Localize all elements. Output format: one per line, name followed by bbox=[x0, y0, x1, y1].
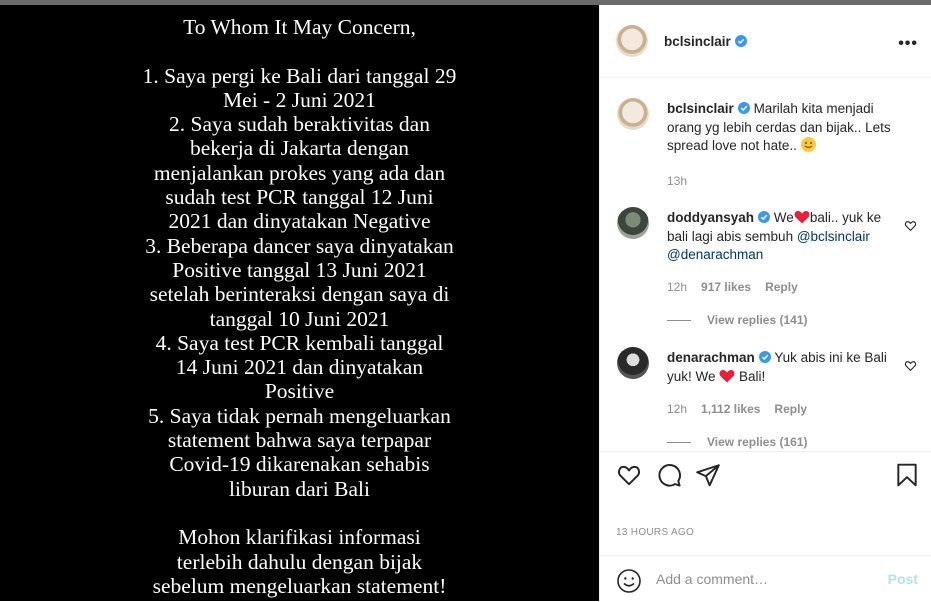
comment-text-block: denarachman Yuk abis ini ke Bali yuk! We… bbox=[667, 349, 892, 386]
reply-button[interactable]: Reply bbox=[765, 280, 798, 294]
statement-line: 4. Saya test PCR kembali tanggal bbox=[155, 330, 444, 355]
add-comment-bar: Add a comment… Post bbox=[600, 555, 931, 602]
statement-line: sebelum mengeluarkan statement! bbox=[152, 573, 447, 598]
verified-badge-icon bbox=[758, 351, 771, 363]
like-heart-icon[interactable] bbox=[616, 462, 642, 488]
username-link[interactable]: bclsinclair bbox=[664, 34, 731, 49]
comment-text: We bbox=[773, 210, 794, 225]
comment-likes[interactable]: 917 likes bbox=[701, 280, 751, 294]
statement-line: menjalankan prokes yang ada dan bbox=[153, 160, 446, 185]
caption-time[interactable]: 13h bbox=[667, 174, 687, 188]
like-comment-heart-icon[interactable] bbox=[904, 359, 917, 372]
divider bbox=[667, 442, 691, 444]
view-replies-button[interactable]: View replies (141) bbox=[667, 313, 808, 327]
avatar[interactable] bbox=[617, 98, 649, 130]
statement-text: To Whom It May Concern, 1. Saya pergi ke … bbox=[0, 15, 599, 598]
statement-line bbox=[0, 39, 599, 63]
statement-line: sudah test PCR tanggal 12 Juni bbox=[165, 185, 434, 210]
emoji-picker-icon[interactable] bbox=[616, 568, 642, 594]
smiling-face-icon bbox=[800, 137, 816, 152]
comments-panel: bclsinclair ••• bclsinclair Marilah kita… bbox=[599, 5, 931, 601]
statement-line: Positive bbox=[264, 379, 335, 404]
avatar[interactable] bbox=[617, 207, 649, 239]
post-header: bclsinclair ••• bbox=[600, 5, 931, 78]
statement-line: terlebih dahulu dengan bijak bbox=[176, 549, 423, 574]
caption: bclsinclair Marilah kita menjadi orang y… bbox=[617, 98, 917, 188]
username-link[interactable]: bclsinclair bbox=[667, 101, 734, 116]
add-comment-input[interactable]: Add a comment… bbox=[656, 571, 768, 587]
comment-likes[interactable]: 1,112 likes bbox=[701, 402, 760, 416]
caption-meta: 13h bbox=[667, 174, 701, 188]
verified-badge-icon bbox=[737, 102, 750, 114]
reply-button[interactable]: Reply bbox=[774, 402, 807, 416]
comment: doddyansyah We bali.. yuk ke bali lagi ab… bbox=[617, 207, 917, 332]
statement-line: tanggal 10 Juni 2021 bbox=[209, 306, 390, 331]
username-link[interactable]: denarachman bbox=[667, 350, 755, 365]
caption-text-block: bclsinclair Marilah kita menjadi orang y… bbox=[667, 100, 907, 156]
avatar[interactable] bbox=[616, 25, 648, 57]
comment-text: Bali! bbox=[739, 368, 766, 384]
red-heart-icon bbox=[719, 369, 735, 382]
statement-line: Mohon klarifikasi informasi bbox=[178, 525, 421, 550]
divider bbox=[667, 320, 691, 322]
post-timestamp[interactable]: 13 HOURS AGO bbox=[616, 527, 694, 538]
post-button[interactable]: Post bbox=[888, 571, 918, 587]
statement-line: Mei - 2 Juni 2021 bbox=[223, 87, 376, 112]
more-options-button[interactable]: ••• bbox=[898, 35, 918, 53]
header-user: bclsinclair bbox=[664, 33, 747, 51]
comment-meta: 12h 1,112 likes Reply bbox=[667, 402, 821, 416]
verified-badge-icon bbox=[734, 35, 747, 47]
like-comment-heart-icon[interactable] bbox=[904, 219, 917, 232]
comment-bubble-icon[interactable] bbox=[656, 462, 682, 488]
username-link[interactable]: doddyansyah bbox=[667, 210, 754, 225]
post-image: To Whom It May Concern, 1. Saya pergi ke … bbox=[0, 5, 599, 601]
statement-line: To Whom It May Concern, bbox=[183, 15, 416, 39]
statement-line: statement bahwa saya terpapar bbox=[167, 428, 432, 453]
view-replies-label: View replies (141) bbox=[707, 313, 808, 327]
statement-line: 1. Saya pergi ke Bali dari tanggal 29 bbox=[142, 63, 457, 88]
view-replies-label: View replies (161) bbox=[707, 435, 808, 449]
statement-line: 14 Juni 2021 dan dinyatakan bbox=[175, 355, 424, 380]
statement-line: setelah berinteraksi dengan saya di bbox=[149, 282, 450, 307]
post-actions: 13 HOURS AGO bbox=[600, 451, 931, 562]
statement-line: bekerja di Jakarta dengan bbox=[189, 136, 410, 161]
share-paper-plane-icon[interactable] bbox=[695, 462, 721, 488]
comment-time[interactable]: 12h bbox=[667, 402, 687, 416]
avatar[interactable] bbox=[617, 347, 649, 379]
comment: denarachman Yuk abis ini ke Bali yuk! We… bbox=[617, 347, 917, 449]
statement-line: 3. Beberapa dancer saya dinyatakan bbox=[145, 233, 454, 258]
comment-time[interactable]: 12h bbox=[667, 280, 687, 294]
view-replies-button[interactable]: View replies (161) bbox=[667, 435, 808, 449]
statement-line: 5. Saya tidak pernah mengeluarkan bbox=[148, 403, 451, 428]
statement-line bbox=[0, 501, 599, 525]
statement-line: 2021 dan dinyatakan Negative bbox=[168, 209, 431, 234]
save-bookmark-icon[interactable] bbox=[894, 462, 920, 488]
comment-text-block: doddyansyah We bali.. yuk ke bali lagi ab… bbox=[667, 209, 892, 265]
verified-badge-icon bbox=[758, 211, 771, 223]
statement-line: Covid-19 dikarenakan sehabis bbox=[169, 452, 430, 477]
statement-line: liburan dari Bali bbox=[229, 476, 370, 501]
red-heart-icon bbox=[794, 211, 810, 224]
comment-meta: 12h 917 likes Reply bbox=[667, 280, 812, 294]
statement-line: 2. Saya sudah beraktivitas dan bbox=[169, 112, 430, 137]
statement-line: Positive tanggal 13 Juni 2021 bbox=[172, 257, 427, 282]
